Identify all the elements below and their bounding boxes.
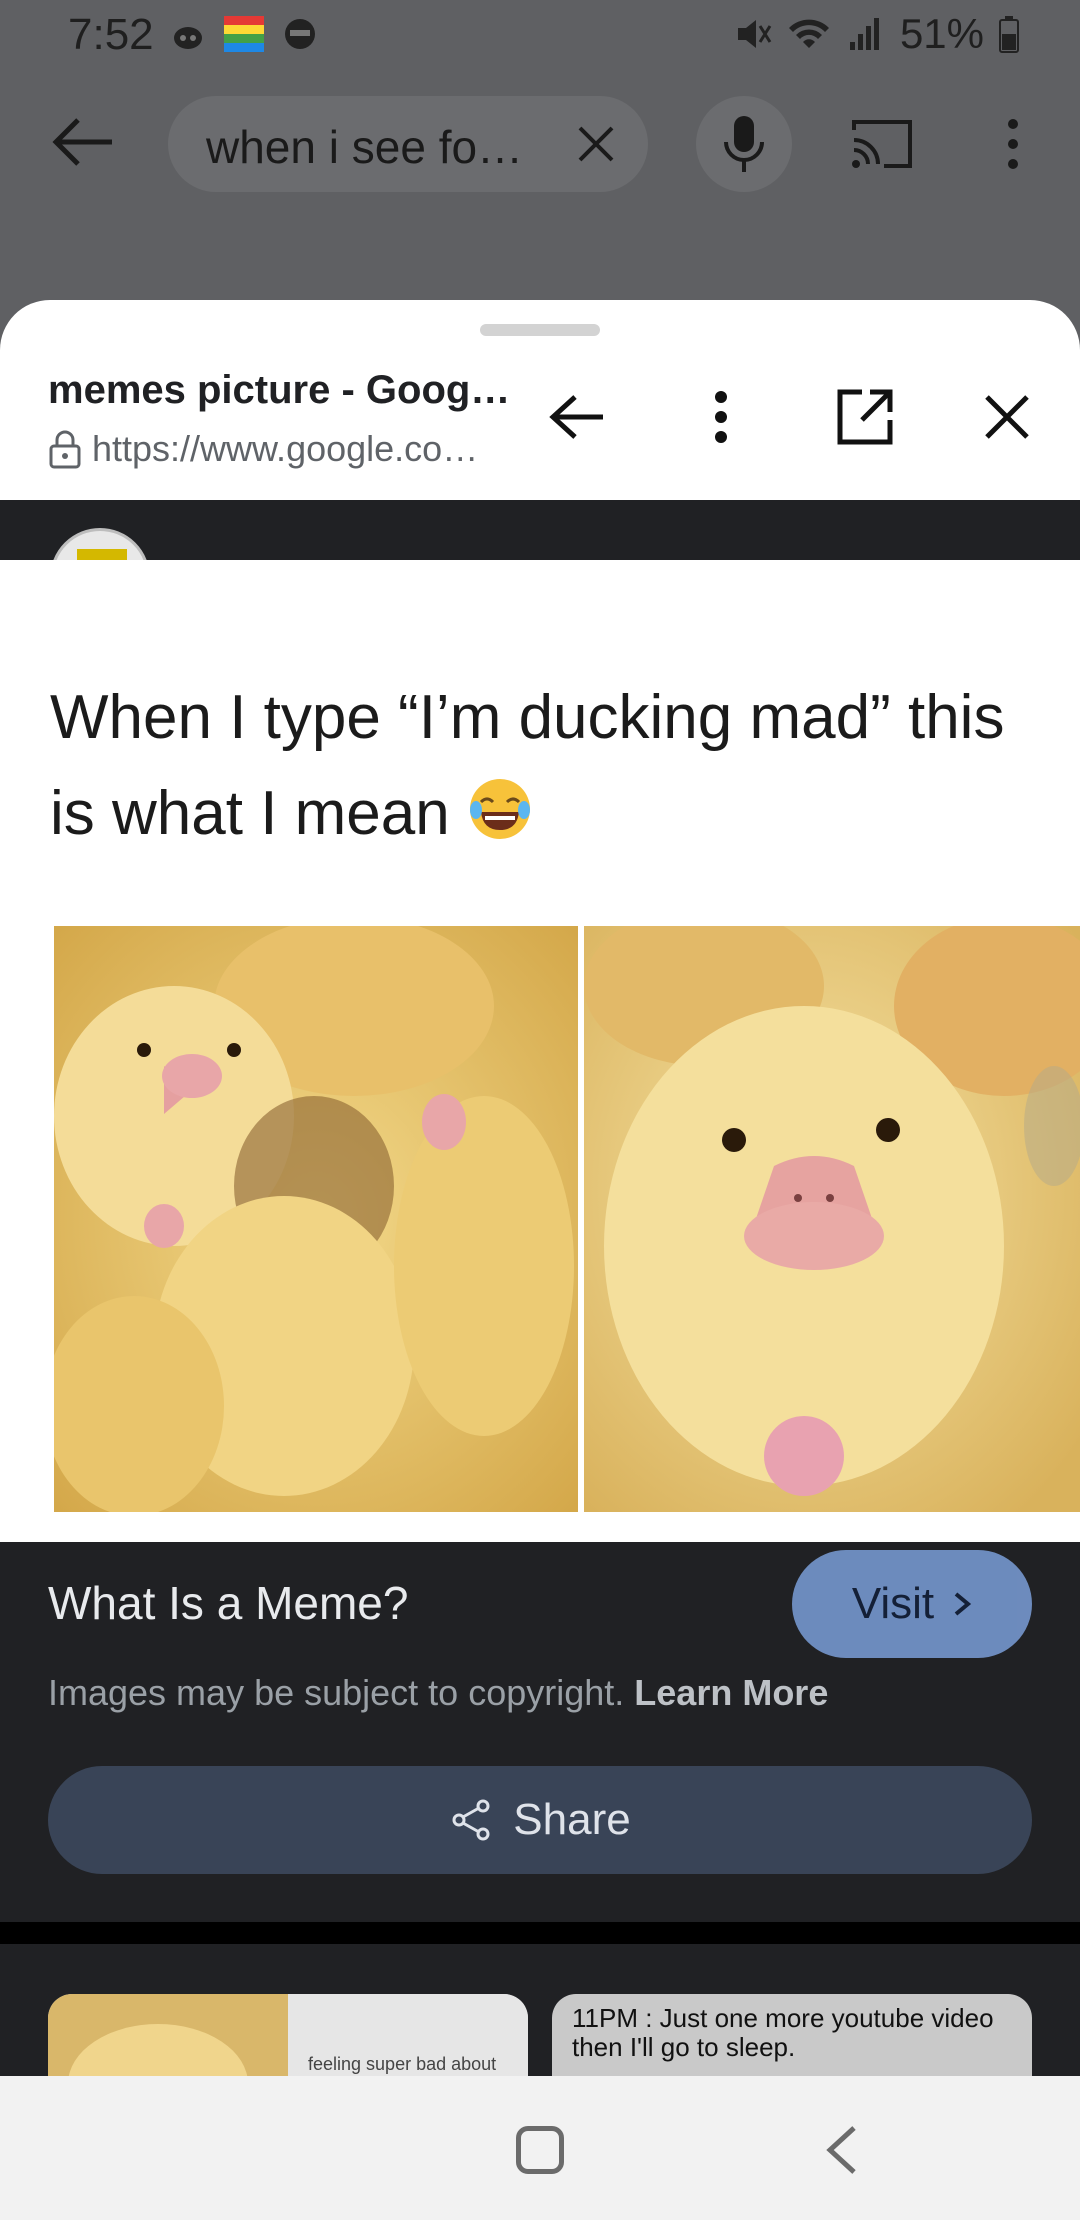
browser-sheet: memes picture - Goog… https://www.google… <box>0 300 1080 2076</box>
duckling-photo-right <box>584 926 1080 1512</box>
more-options-button[interactable] <box>990 114 1036 174</box>
clear-search-button[interactable] <box>574 122 618 166</box>
sheet-url: https://www.google.co… <box>92 428 479 469</box>
back-arrow-icon <box>549 395 603 439</box>
lock-icon <box>49 430 81 469</box>
visit-button[interactable]: Visit <box>792 1550 1032 1658</box>
colorful-app-icon <box>224 16 264 52</box>
more-vert-icon <box>715 391 727 443</box>
copyright-notice: Images may be subject to copyright. Lear… <box>48 1672 828 1714</box>
back-button[interactable] <box>48 112 118 172</box>
chevron-right-icon <box>954 1592 972 1616</box>
status-icons-right: 51% <box>732 10 1020 58</box>
search-input[interactable]: when i see fo… <box>168 96 648 192</box>
related-image-thumbnail[interactable]: feeling super bad about <box>48 1994 528 2076</box>
meme-image[interactable]: When I type “I’m ducking mad” this is wh… <box>0 560 1080 1542</box>
learn-more-link[interactable]: Learn More <box>634 1672 828 1713</box>
bug-app-icon <box>174 27 202 49</box>
close-sheet-button[interactable] <box>972 382 1042 452</box>
sheet-url-row: https://www.google.co… <box>48 428 478 470</box>
more-vert-icon <box>1008 119 1018 169</box>
share-label: Share <box>513 1795 631 1844</box>
image-info-panel: What Is a Meme? Visit Images may be subj… <box>0 1542 1080 1922</box>
related-images: feeling super bad about 11PM : Just one … <box>0 1944 1080 2076</box>
sheet-more-button[interactable] <box>686 382 756 452</box>
open-in-browser-button[interactable] <box>830 382 900 452</box>
related-image-caption: 11PM : Just one more youtube video then … <box>572 2003 994 2062</box>
related-image-thumbnail[interactable]: 11PM : Just one more youtube video then … <box>552 1994 1032 2076</box>
system-nav-bar <box>0 2076 1080 2220</box>
share-icon <box>452 1799 490 1841</box>
meme-caption-line2: is what I mean <box>50 779 450 848</box>
sheet-header: memes picture - Goog… https://www.google… <box>0 300 1080 500</box>
search-query-text: when i see fo… <box>206 121 524 173</box>
page-top-strip <box>0 500 1080 628</box>
meme-caption-line1: When I type “I’m ducking mad” this <box>50 683 1005 752</box>
status-icons-left <box>170 14 318 54</box>
microphone-icon <box>724 116 764 172</box>
wifi-icon <box>788 19 829 48</box>
chevron-left-icon <box>826 2126 856 2174</box>
duckling-photo-left <box>54 926 578 1512</box>
duckling-photos <box>54 926 1080 1512</box>
share-button[interactable]: Share <box>48 1766 1032 1874</box>
cast-button[interactable] <box>850 118 914 170</box>
cast-icon <box>852 120 912 168</box>
related-image-caption: feeling super bad about <box>308 2054 497 2074</box>
home-button[interactable] <box>516 2126 564 2174</box>
battery-icon <box>999 16 1019 53</box>
close-icon <box>578 126 614 162</box>
mask-app-icon <box>285 19 315 49</box>
voice-search-button[interactable] <box>696 96 792 192</box>
signal-icon <box>849 18 879 50</box>
section-divider <box>0 1922 1080 1944</box>
copyright-text: Images may be subject to copyright. <box>48 1672 625 1713</box>
open-in-new-icon <box>837 389 893 445</box>
battery-percent: 51% <box>899 10 984 57</box>
sheet-back-button[interactable] <box>542 382 612 452</box>
mute-icon <box>737 20 772 48</box>
system-back-button[interactable] <box>822 2122 862 2178</box>
search-row: when i see fo… <box>0 84 1080 204</box>
status-bar: 7:52 51% <box>0 0 1080 72</box>
laughing-tears-emoji-icon <box>469 779 530 839</box>
close-icon <box>985 395 1029 439</box>
sheet-page-title: memes picture - Goog… <box>48 368 511 412</box>
meme-caption: When I type “I’m ducking mad” this is wh… <box>50 670 1070 862</box>
visit-label: Visit <box>851 1579 935 1628</box>
back-arrow-icon <box>52 118 112 166</box>
image-source-title[interactable]: What Is a Meme? <box>48 1576 408 1630</box>
status-time: 7:52 <box>68 10 154 59</box>
